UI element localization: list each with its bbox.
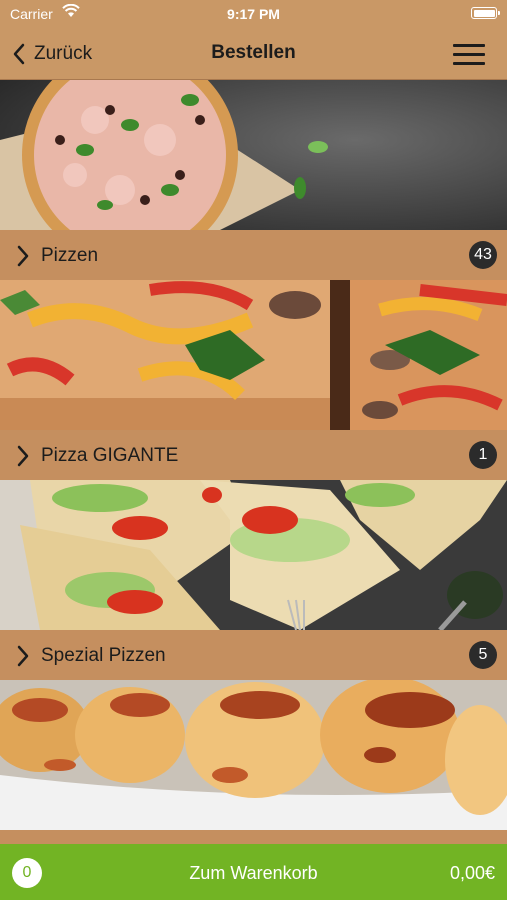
category-row-pizzen[interactable]: Pizzen 43 [0, 230, 507, 280]
category-row-pizza-gigante[interactable]: Pizza GIGANTE 1 [0, 430, 507, 480]
category-count-badge: 1 [469, 441, 497, 469]
category-label: Spezial Pizzen [41, 645, 166, 666]
category-photo-pizzen [0, 280, 507, 430]
chevron-right-icon [17, 645, 29, 667]
back-label: Zurück [34, 43, 93, 64]
cart-button-label: Zum Warenkorb [189, 863, 318, 883]
header-pizza-photo [0, 80, 507, 230]
chevron-left-icon [13, 43, 25, 65]
category-list: Pizzen 43 Pizza GIGANTE 1 Spezial Pizzen… [0, 80, 507, 844]
category-count-badge: 5 [469, 641, 497, 669]
category-photo-spezial-pizzen [0, 680, 507, 830]
battery-icon [471, 7, 500, 19]
chevron-right-icon [17, 245, 29, 267]
status-time: 9:17 PM [227, 6, 280, 22]
category-label: Pizzen [41, 245, 99, 266]
category-count-badge: 43 [469, 241, 497, 269]
cart-total: 0,00€ [449, 863, 495, 883]
hamburger-menu-icon[interactable] [453, 42, 485, 66]
category-row-spezial-pizzen[interactable]: Spezial Pizzen 5 [0, 630, 507, 680]
back-button[interactable]: Zurück [12, 40, 92, 68]
navigation-bar: Zurück Bestellen [0, 28, 507, 80]
category-label: Pizza GIGANTE [41, 445, 179, 466]
cart-count-badge: 0 [12, 858, 42, 888]
cart-bar[interactable]: 0 Zum Warenkorb 0,00€ [0, 844, 507, 900]
chevron-right-icon [17, 445, 29, 467]
status-bar: Carrier 9:17 PM [0, 0, 507, 28]
category-photo-pizza-gigante [0, 480, 507, 630]
